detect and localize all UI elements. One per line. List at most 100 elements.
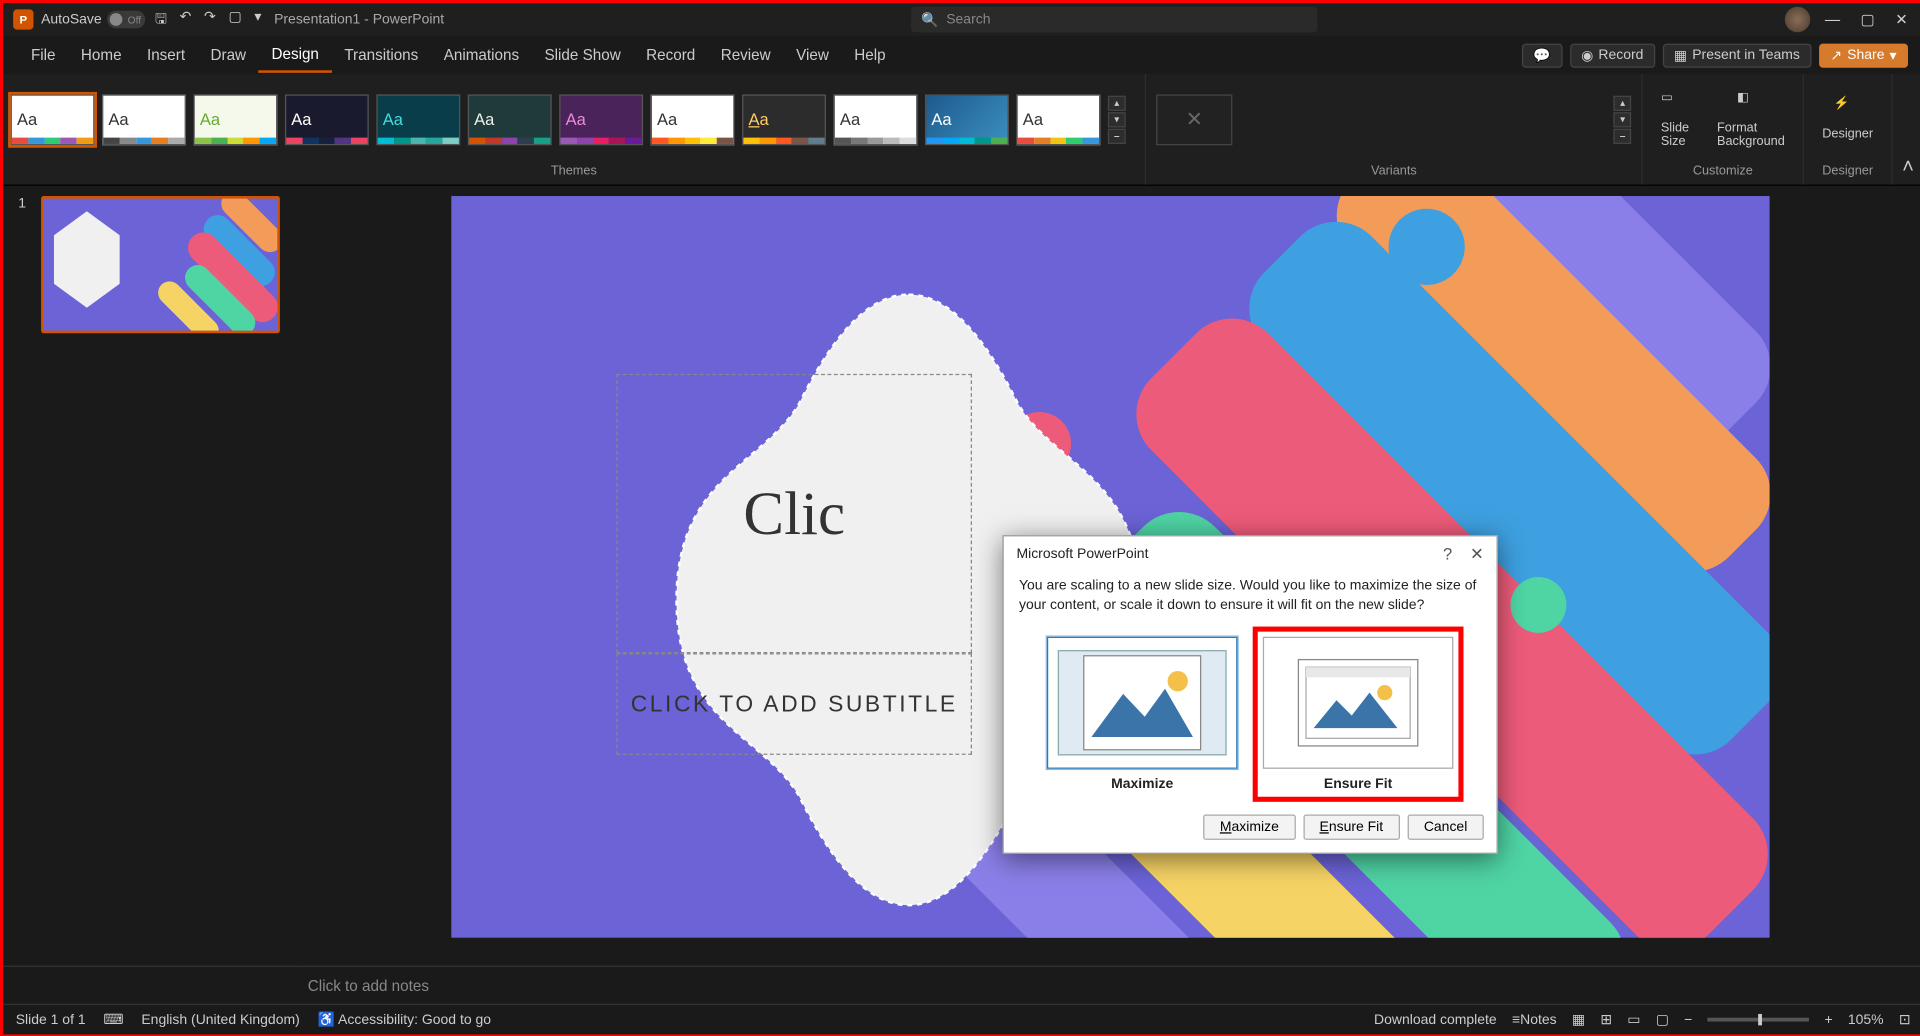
document-title: Presentation1 - PowerPoint <box>274 12 444 27</box>
gallery-expand-icon[interactable]: ⎯ <box>1108 128 1126 143</box>
zoom-level[interactable]: 105% <box>1848 1012 1884 1027</box>
ribbon-collapse-button[interactable]: ˄ <box>1893 74 1920 184</box>
search-box[interactable]: 🔍 Search <box>911 7 1317 32</box>
zoom-out-icon[interactable]: − <box>1684 1012 1692 1027</box>
tab-view[interactable]: View <box>783 39 841 72</box>
format-bg-icon: ◧ <box>1737 90 1765 118</box>
designer-group: ⚡Designer Designer <box>1804 74 1893 184</box>
view-slideshow-icon[interactable]: ▢ <box>1656 1011 1669 1028</box>
autosave-switch[interactable]: Off <box>107 11 145 29</box>
title-placeholder[interactable]: Clic <box>616 374 972 653</box>
present-icon[interactable]: ▢ <box>228 7 241 31</box>
zoom-slider[interactable] <box>1708 1018 1810 1022</box>
accessibility-status[interactable]: ♿ Accessibility: Good to go <box>318 1011 491 1028</box>
theme-thumb-5[interactable]: Aa <box>376 94 460 145</box>
theme-thumb-1[interactable]: Aa <box>11 94 95 145</box>
record-button[interactable]: ◉ Record <box>1570 43 1655 67</box>
dialog-close-button[interactable]: ✕ <box>1470 544 1484 564</box>
customize-group-label: Customize <box>1643 164 1803 184</box>
download-status: Download complete <box>1374 1012 1497 1027</box>
zoom-in-icon[interactable]: + <box>1824 1012 1832 1027</box>
slide-size-icon: ▭ <box>1661 90 1689 118</box>
theme-thumb-3[interactable]: Aa <box>194 94 278 145</box>
dialog-help-button[interactable]: ? <box>1443 544 1452 564</box>
maximize-button[interactable]: Maximize <box>1203 814 1295 839</box>
redo-icon[interactable]: ↷ <box>204 7 216 31</box>
powerpoint-icon: P <box>13 9 33 29</box>
notes-toggle[interactable]: ≡Notes <box>1512 1012 1557 1027</box>
autosave-label: AutoSave <box>41 12 102 27</box>
theme-thumb-11[interactable]: Aa <box>925 94 1009 145</box>
theme-thumb-7[interactable]: Aa <box>559 94 643 145</box>
ribbon-tabs: File Home Insert Draw Design Transitions… <box>3 36 1920 74</box>
tab-record[interactable]: Record <box>633 39 708 72</box>
fit-to-window-icon[interactable]: ⊡ <box>1899 1011 1911 1028</box>
close-button[interactable]: ✕ <box>1895 11 1908 29</box>
qat-more-icon[interactable]: ▾ <box>254 7 261 31</box>
ensure-fit-button[interactable]: Ensure Fit <box>1303 814 1400 839</box>
slide-number: 1 <box>18 196 26 211</box>
ensure-fit-option[interactable]: Ensure Fit <box>1258 631 1459 796</box>
tab-slideshow[interactable]: Slide Show <box>532 39 634 72</box>
theme-thumb-4[interactable]: Aa <box>285 94 369 145</box>
variants-gallery-scroll[interactable]: ▴▾⎯ <box>1614 95 1632 143</box>
themes-group-label: Themes <box>3 164 1145 184</box>
subtitle-placeholder[interactable]: CLICK TO ADD SUBTITLE <box>616 653 972 755</box>
tab-review[interactable]: Review <box>708 39 783 72</box>
view-reading-icon[interactable]: ▭ <box>1627 1011 1640 1028</box>
tab-help[interactable]: Help <box>842 39 899 72</box>
scroll-up-icon[interactable]: ▴ <box>1108 95 1126 110</box>
scroll-down-icon[interactable]: ▾ <box>1108 112 1126 127</box>
cancel-button[interactable]: Cancel <box>1407 814 1484 839</box>
present-teams-button[interactable]: ▦ Present in Teams <box>1662 43 1811 67</box>
variant-thumb[interactable]: ✕ <box>1156 94 1232 145</box>
spellcheck-icon[interactable]: ⌨ <box>103 1011 123 1028</box>
tab-insert[interactable]: Insert <box>134 39 198 72</box>
language-status[interactable]: English (United Kingdom) <box>141 1012 299 1027</box>
slide-size-button[interactable]: ▭Slide Size <box>1651 85 1700 154</box>
slide-thumbnail-1[interactable] <box>41 196 280 333</box>
tab-file[interactable]: File <box>18 39 68 72</box>
ensure-fit-preview-icon <box>1263 636 1454 768</box>
scale-dialog: Microsoft PowerPoint ? ✕ You are scaling… <box>1002 535 1497 853</box>
theme-thumb-12[interactable]: Aa <box>1016 94 1100 145</box>
designer-icon: ⚡ <box>1834 97 1862 125</box>
maximize-option[interactable]: Maximize <box>1047 636 1238 791</box>
ensure-fit-caption: Ensure Fit <box>1263 776 1454 791</box>
status-bar: Slide 1 of 1 ⌨ English (United Kingdom) … <box>3 1004 1920 1034</box>
dialog-title: Microsoft PowerPoint <box>1016 547 1148 562</box>
slide-editor[interactable]: Clic CLICK TO ADD SUBTITLE Microsoft Pow… <box>298 186 1920 966</box>
user-avatar[interactable] <box>1784 7 1809 32</box>
themes-gallery-scroll[interactable]: ▴ ▾⎯ <box>1108 95 1126 143</box>
share-button[interactable]: ↗ Share ▾ <box>1819 43 1908 67</box>
variants-group-label: Variants <box>1146 164 1642 184</box>
view-sorter-icon[interactable]: ⊞ <box>1600 1011 1612 1028</box>
comments-button[interactable]: 💬 <box>1522 43 1562 67</box>
maximize-button[interactable]: ▢ <box>1860 11 1874 29</box>
slide-counter[interactable]: Slide 1 of 1 <box>16 1012 86 1027</box>
tab-transitions[interactable]: Transitions <box>332 39 431 72</box>
theme-thumb-2[interactable]: Aa <box>102 94 186 145</box>
notes-pane[interactable]: Click to add notes <box>3 966 1920 1004</box>
slide-thumbnail-panel: 1 <box>3 186 298 966</box>
theme-thumb-6[interactable]: Aa <box>468 94 552 145</box>
autosave-toggle[interactable]: AutoSave Off <box>41 11 145 29</box>
tab-design[interactable]: Design <box>259 37 332 73</box>
save-icon[interactable]: 🖫 <box>155 7 167 31</box>
ribbon: Aa Aa Aa Aa Aa Aa Aa Aa Aa Aa Aa Aa ▴▾⎯ … <box>3 74 1920 186</box>
theme-thumb-8[interactable]: Aa <box>651 94 735 145</box>
undo-icon[interactable]: ↶ <box>180 7 192 31</box>
theme-thumb-9[interactable]: Aa <box>742 94 826 145</box>
tab-home[interactable]: Home <box>68 39 134 72</box>
tab-animations[interactable]: Animations <box>431 39 532 72</box>
tab-draw[interactable]: Draw <box>198 39 259 72</box>
theme-thumb-10[interactable]: Aa <box>834 94 918 145</box>
view-normal-icon[interactable]: ▦ <box>1572 1011 1585 1028</box>
format-background-button[interactable]: ◧Format Background <box>1707 85 1795 154</box>
workspace: 1 <box>3 186 1920 966</box>
designer-group-label: Designer <box>1804 164 1892 184</box>
designer-button[interactable]: ⚡Designer <box>1812 92 1883 147</box>
customize-group: ▭Slide Size ◧Format Background Customize <box>1643 74 1804 184</box>
powerpoint-window: P AutoSave Off 🖫 ↶ ↷ ▢ ▾ Presentation1 -… <box>3 3 1920 1034</box>
minimize-button[interactable]: — <box>1825 11 1840 29</box>
